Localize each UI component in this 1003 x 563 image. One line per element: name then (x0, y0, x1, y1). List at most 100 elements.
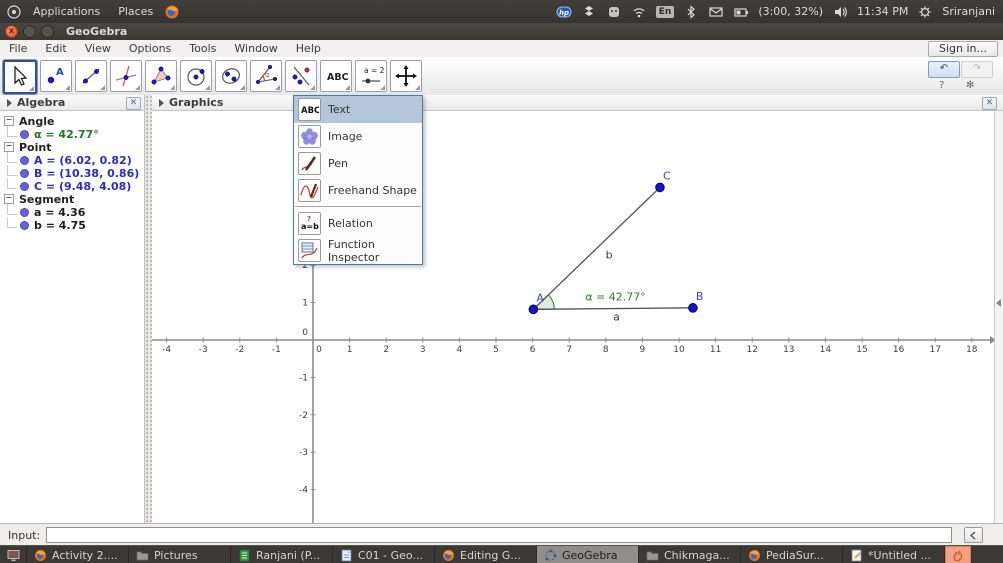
angle-tool-button[interactable]: α (250, 60, 282, 92)
point-B[interactable] (689, 304, 698, 313)
taskbar-item-c01-geo-[interactable]: C01 - Geo... (333, 546, 435, 563)
menu-view[interactable]: View (76, 42, 120, 55)
menu-options[interactable]: Options (120, 42, 180, 55)
webcam-icon[interactable] (606, 4, 622, 20)
taskbar-item-activity-2-[interactable]: Activity 2.... (27, 546, 129, 563)
point-C[interactable] (656, 183, 665, 192)
collapse-toggle-icon[interactable]: − (4, 142, 14, 152)
battery-icon[interactable] (733, 4, 749, 20)
taskbar-item--untitled-[interactable]: *Untitled ... (843, 546, 945, 563)
firefox-indicator-icon[interactable] (164, 4, 180, 20)
collapse-toggle-icon[interactable]: − (4, 116, 14, 126)
tool-dropdown-corner-icon[interactable] (415, 85, 420, 90)
redo-button[interactable]: ↷ (961, 61, 993, 78)
slider-tool-button[interactable]: a = 2 (355, 60, 387, 92)
segment-a[interactable] (533, 308, 693, 309)
menu-item-relation[interactable]: a=b?Relation (294, 210, 422, 237)
window-maximize-button[interactable] (41, 25, 54, 38)
taskbar-item-geogebra[interactable]: GeoGebra (537, 546, 639, 563)
distro-icon[interactable] (6, 4, 22, 20)
point-A[interactable] (529, 305, 538, 314)
menu-item-function-inspector[interactable]: Function Inspector (294, 237, 422, 264)
tool-dropdown-corner-icon[interactable] (240, 85, 245, 90)
menu-edit[interactable]: Edit (36, 42, 75, 55)
window-close-button[interactable]: x (5, 25, 18, 38)
tool-dropdown-corner-icon[interactable] (135, 85, 140, 90)
tool-dropdown-corner-icon[interactable] (275, 85, 280, 90)
help-button[interactable]: ? (939, 80, 944, 91)
algebra-item[interactable]: α = 42.77° (4, 128, 144, 140)
keyboard-layout-indicator[interactable]: En (656, 6, 675, 18)
move-view-tool-button[interactable] (390, 60, 422, 92)
tool-dropdown-corner-icon[interactable] (100, 85, 105, 90)
point-tool-button[interactable]: A (40, 60, 72, 92)
menu-item-pen[interactable]: Pen (294, 150, 422, 177)
text-tool-button[interactable]: ABC (320, 60, 352, 92)
username[interactable]: Sriranjani (942, 5, 995, 18)
algebra-item[interactable]: C = (9.48, 4.08) (4, 180, 144, 192)
tool-dropdown-corner-icon[interactable] (310, 85, 315, 90)
bluetooth-icon[interactable] (683, 4, 699, 20)
panel-collapse-arrow-icon[interactable] (996, 299, 1001, 307)
polygon-tool-button[interactable] (145, 60, 177, 92)
visibility-bullet-icon[interactable] (20, 156, 29, 165)
preferences-gear-icon[interactable]: ✻ (966, 80, 974, 91)
visibility-bullet-icon[interactable] (20, 221, 29, 230)
tool-dropdown-corner-icon[interactable] (345, 85, 350, 90)
graphics-panel-toggle-icon[interactable] (159, 99, 164, 107)
show-desktop-button[interactable] (0, 546, 27, 563)
undo-button[interactable]: ↶ (928, 61, 960, 78)
input-help-toggle-button[interactable] (964, 527, 983, 543)
algebra-group-point[interactable]: −Point (4, 141, 144, 153)
dropbox-icon[interactable] (581, 4, 597, 20)
menu-item-text[interactable]: ABCText (294, 96, 422, 123)
taskbar-item-ranjani-p-[interactable]: Ranjani (P... (231, 546, 333, 563)
wifi-icon[interactable] (631, 4, 647, 20)
menu-window[interactable]: Window (225, 42, 286, 55)
algebra-panel-toggle-icon[interactable] (7, 99, 12, 107)
tool-dropdown-corner-icon[interactable] (205, 85, 210, 90)
graphics-panel-close-button[interactable]: ✕ (982, 97, 997, 110)
taskbar-item-pediasur-[interactable]: PediaSur... (741, 546, 843, 563)
window-titlebar[interactable]: x GeoGebra (0, 23, 1003, 40)
menu-item-freehand-shape[interactable]: Freehand Shape (294, 177, 422, 204)
tool-dropdown-corner-icon[interactable] (170, 85, 175, 90)
algebra-panel-close-button[interactable]: ✕ (126, 97, 141, 110)
tool-dropdown-corner-icon[interactable] (380, 85, 385, 90)
mail-icon[interactable] (708, 4, 724, 20)
algebra-item[interactable]: b = 4.75 (4, 219, 144, 231)
input-field[interactable] (46, 527, 952, 543)
clock[interactable]: 11:34 PM (857, 5, 908, 18)
perpendicular-tool-button[interactable] (110, 60, 142, 92)
sign-in-button[interactable]: Sign in... (928, 41, 998, 57)
menu-item-image[interactable]: Image (294, 123, 422, 150)
algebra-item[interactable]: A = (6.02, 0.82) (4, 154, 144, 166)
tool-dropdown-corner-icon[interactable] (65, 85, 70, 90)
taskbar-item-chikmaga-[interactable]: Chikmaga... (639, 546, 741, 563)
tool-dropdown-corner-icon[interactable] (29, 86, 34, 91)
places-menu[interactable]: Places (111, 5, 160, 18)
line-tool-button[interactable] (75, 60, 107, 92)
menu-tools[interactable]: Tools (180, 42, 225, 55)
circle-tool-button[interactable] (180, 60, 212, 92)
workspace-highlight-button[interactable] (945, 546, 971, 563)
move-tool-button[interactable] (3, 60, 37, 94)
visibility-bullet-icon[interactable] (20, 208, 29, 217)
algebra-group-angle[interactable]: −Angle (4, 115, 144, 127)
reflect-tool-button[interactable] (285, 60, 317, 92)
menu-help[interactable]: Help (287, 42, 330, 55)
algebra-item[interactable]: B = (10.38, 0.86) (4, 167, 144, 179)
visibility-bullet-icon[interactable] (20, 169, 29, 178)
visibility-bullet-icon[interactable] (20, 130, 29, 139)
applications-menu[interactable]: Applications (26, 5, 107, 18)
collapse-toggle-icon[interactable]: − (4, 194, 14, 204)
volume-icon[interactable] (832, 4, 848, 20)
algebra-group-segment[interactable]: −Segment (4, 193, 144, 205)
algebra-item[interactable]: a = 4.36 (4, 206, 144, 218)
graphics-canvas[interactable]: -4-3-2-10123456789101112131415161718210-… (152, 111, 995, 523)
taskbar-item-editing-g-[interactable]: Editing G... (435, 546, 537, 563)
menu-file[interactable]: File (0, 42, 36, 55)
session-gear-icon[interactable] (917, 4, 933, 20)
conic-tool-button[interactable] (215, 60, 247, 92)
visibility-bullet-icon[interactable] (20, 182, 29, 191)
